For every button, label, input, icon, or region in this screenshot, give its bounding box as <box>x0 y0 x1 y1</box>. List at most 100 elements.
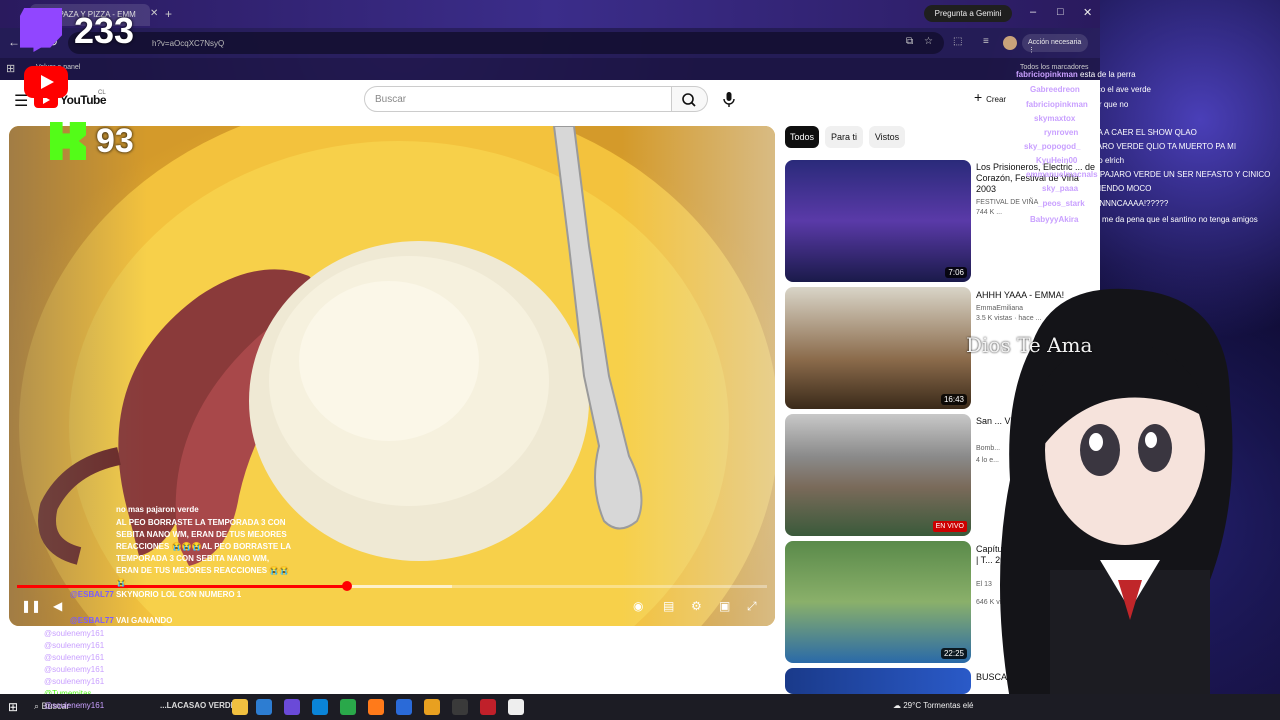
action-needed-button[interactable]: Acción necesaria ⋮ <box>1022 34 1088 54</box>
chat-username: sky_popogod_ <box>1024 142 1081 151</box>
volume-icon[interactable]: ◀ <box>53 599 62 613</box>
opera-icon[interactable] <box>480 699 496 715</box>
miniplayer-icon[interactable]: ▣ <box>719 599 730 613</box>
chat-text: ya mi me da pena que el santino no tenga… <box>1080 215 1258 224</box>
twitch-viewer-count: 233 <box>74 10 135 51</box>
chat-username: sky_paaa <box>1042 184 1079 193</box>
app-icon[interactable] <box>508 699 524 715</box>
bookmarks-bar: ⊞ Volver a panel Todos los marcadores <box>0 58 1100 80</box>
video-duration: 22:25 <box>940 648 967 659</box>
extensions-icon[interactable]: ⬚ <box>953 36 962 47</box>
chat-message: @soulenemy161 <box>44 677 105 686</box>
chrome-icon[interactable] <box>424 699 440 715</box>
chat-message: _peos_stark ETINNNCAAAA!????? <box>1038 199 1168 208</box>
address-bar-row: ← ↻ h?v=aOcqXC7NsyQ ⧉ ☆ ⬚ ≡ Acción neces… <box>0 28 1100 58</box>
chat-message: KyuHein00 el loco elrich <box>1036 156 1124 165</box>
chat-message: no mas pajaron verde <box>116 505 199 514</box>
chat-username: KyuHein00 <box>1036 156 1078 165</box>
back-icon[interactable]: ← <box>8 35 20 49</box>
store-icon[interactable] <box>340 699 356 715</box>
chat-message: sky_popogod_ PAJARO VERDE QLIO TA MUERTO… <box>1024 142 1236 151</box>
chat-text: VAI GANANDO <box>116 616 173 625</box>
chat-username: @ESBAL77 <box>70 590 114 599</box>
recommendation-thumbnail[interactable] <box>785 668 971 694</box>
youtube-overlay-logo-icon <box>24 66 68 98</box>
chat-text: TE VA A CAER EL SHOW QLAO <box>1080 128 1197 137</box>
chat-text: el pico el ave verde <box>1082 85 1151 94</box>
recommendation-thumbnail[interactable]: 16:43 <box>785 287 971 409</box>
chat-text: AL PEO BORRASTE LA TEMPORADA 3 CON SEBIT… <box>116 518 291 587</box>
chat-text: esta de la perra <box>1080 70 1136 79</box>
progress-scrubber[interactable] <box>342 581 352 591</box>
weather-label: 29°C Tormentas elé <box>903 701 974 710</box>
new-tab-icon[interactable]: + <box>165 7 172 21</box>
search-button[interactable] <box>672 86 708 112</box>
video-duration: 7:06 <box>945 267 967 278</box>
settings-gear-icon[interactable]: ⚙ <box>691 599 702 613</box>
chat-username: @ESBAL77 <box>70 616 114 625</box>
chat-message: AL PEO BORRASTE LA TEMPORADA 3 CON SEBIT… <box>116 517 292 589</box>
country-code: CL <box>98 90 106 96</box>
edge-icon[interactable] <box>312 699 328 715</box>
chat-message: BabyyyAkira ya mi me da pena que el sant… <box>1030 214 1280 226</box>
chat-message: @soulenemy161 <box>44 629 105 638</box>
chat-message: fabriciopinkman esta de la perra <box>1016 70 1136 79</box>
chat-message: rynroven TE VA A CAER EL SHOW QLAO <box>1044 128 1197 137</box>
recommendation-thumbnail[interactable]: 22:25 <box>785 541 971 663</box>
search-input[interactable]: Buscar <box>364 86 672 112</box>
vscode-icon[interactable] <box>396 699 412 715</box>
chip-all[interactable]: Todos <box>785 126 819 148</box>
media-icon[interactable]: ≡ <box>983 36 989 47</box>
chat-message: @soulenemy161 <box>44 653 105 662</box>
chat-message: @soulenemy161 <box>44 641 105 650</box>
chat-message: skymaxtox <box>1034 114 1075 123</box>
close-tab-icon[interactable]: ✕ <box>150 8 158 19</box>
chat-text: PAJARO VERDE UN SER NEFASTO Y CINICO <box>1099 170 1271 179</box>
cast-icon[interactable]: ⧉ <box>906 36 913 47</box>
action-needed-label: Acción necesaria <box>1028 39 1082 46</box>
kick-viewer-count: 93 <box>96 122 134 160</box>
chat-text: ETINNNCAAAA!????? <box>1086 199 1169 208</box>
recommendation-thumbnail[interactable]: EN VIVO <box>785 414 971 536</box>
chat-username: BabyyyAkira <box>1030 215 1079 224</box>
chip-for-you[interactable]: Para ti <box>825 126 863 148</box>
maximize-icon[interactable]: □ <box>1057 6 1064 18</box>
minimize-icon[interactable]: – <box>1030 6 1036 18</box>
chat-username: rynroven <box>1044 128 1079 137</box>
chip-watched[interactable]: Vistos <box>869 126 905 148</box>
gemini-button[interactable]: Pregunta a Gemini <box>924 5 1012 22</box>
discord-icon[interactable] <box>284 699 300 715</box>
apps-grid-icon[interactable]: ⊞ <box>6 62 15 75</box>
pause-icon[interactable]: ❚❚ <box>21 599 41 613</box>
chat-username: _peos_stark <box>1038 199 1085 208</box>
gemini-button-label: Pregunta a Gemini <box>934 9 1002 18</box>
bookmark-star-icon[interactable]: ☆ <box>924 36 933 47</box>
video-duration: 16:43 <box>940 394 967 405</box>
profile-avatar[interactable] <box>1003 36 1017 50</box>
subtitles-icon[interactable]: ▤ <box>663 599 674 613</box>
create-label: Crear <box>986 95 1007 104</box>
chat-username: fabriciopinkman <box>1026 100 1088 109</box>
watermark-text: Dios Te Ama <box>966 333 1093 357</box>
chat-message: fabriciopinkman por que no <box>1026 100 1128 109</box>
obs-icon[interactable] <box>452 699 468 715</box>
browser-tab-bar: (50) PAZA Y PIZZA - EMM ✕ + Pregunta a G… <box>0 0 1100 28</box>
recommendation-thumbnail[interactable]: 7:06 <box>785 160 971 282</box>
chat-username: emmanuelmacnals <box>1026 170 1098 179</box>
microphone-icon[interactable] <box>718 88 740 110</box>
chat-username: Gabreedreon <box>1030 85 1080 94</box>
chat-text: SKYNORIO LOL CON NUMERO 1 <box>116 590 242 599</box>
weather-widget[interactable]: ☁ 29°C Tormentas elé <box>893 701 973 710</box>
windows-start-icon[interactable]: ⊞ <box>8 700 18 714</box>
chat-message: sky_paaa COMIENDO MOCO <box>1042 184 1151 193</box>
chat-message: emmanuelmacnals PAJARO VERDE UN SER NEFA… <box>1026 170 1270 179</box>
autoplay-toggle-icon[interactable]: ◉ <box>633 599 643 613</box>
firefox-icon[interactable] <box>368 699 384 715</box>
chat-message: @ESBAL77 SKYNORIO LOL CON NUMERO 1 <box>70 590 241 599</box>
chat-message: Gabreedreon el pico el ave verde <box>1030 85 1151 94</box>
url-input[interactable]: h?v=aOcqXC7NsyQ <box>68 32 944 54</box>
fullscreen-icon[interactable]: ⤢ <box>747 599 757 614</box>
chat-text: no mas pajaron verde <box>116 505 199 514</box>
close-window-icon[interactable]: ✕ <box>1083 6 1092 19</box>
create-button[interactable]: + Crear <box>974 89 1006 105</box>
